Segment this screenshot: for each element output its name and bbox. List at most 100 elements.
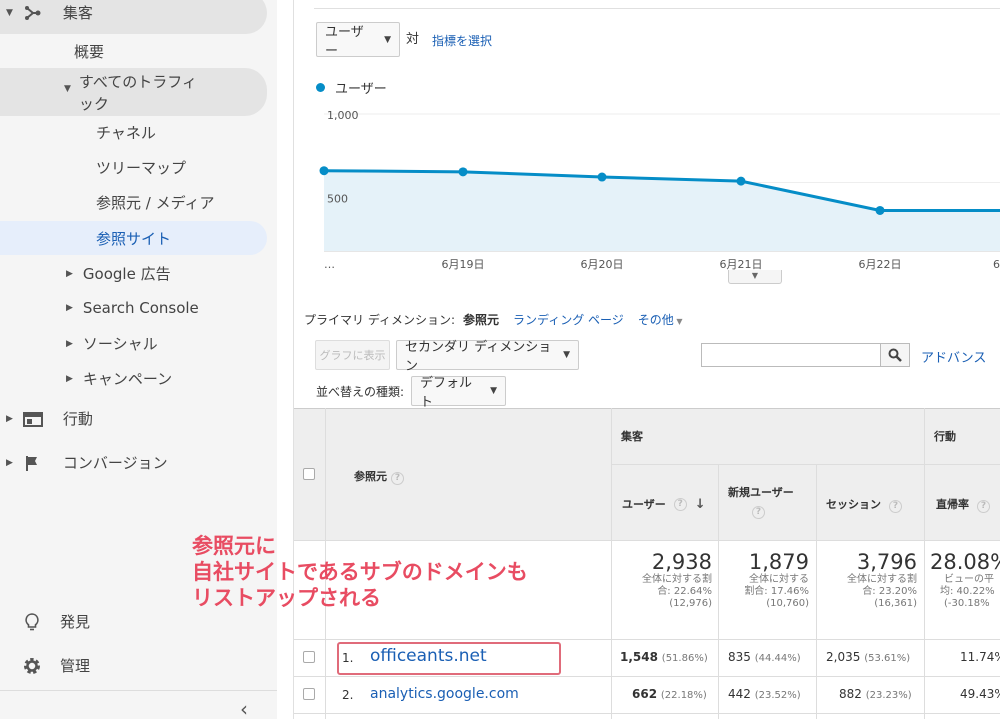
dimension-other-tab[interactable]: その他 ▼ <box>638 311 683 328</box>
top-divider <box>314 8 1000 9</box>
nav-discover[interactable]: 発見 <box>22 611 90 632</box>
total-bounce-sub2: 均: 40.22% <box>940 586 995 597</box>
col-sessions-label: セッション <box>826 498 881 511</box>
nav-all-traffic[interactable]: ▼ すべてのトラフィ ック <box>64 71 197 115</box>
nav-overview[interactable]: 概要 <box>74 41 104 62</box>
row-sessions: 882 (23.23%) <box>839 687 912 701</box>
total-sessions: 3,796 全体に対する割 合: 23.20% (16,361) <box>817 550 917 610</box>
metric-select[interactable]: ユーザー ▼ <box>316 22 400 59</box>
dimension-landing-tab[interactable]: ランディング ページ <box>513 311 624 328</box>
data-point <box>597 172 607 182</box>
row-new-users: 835 (44.44%) <box>728 650 801 664</box>
nav-campaigns[interactable]: ▶ キャンペーン <box>66 368 172 389</box>
x-tick-label: … <box>324 258 335 271</box>
chevron-right-icon: ▶ <box>66 338 73 349</box>
collapse-sidebar-icon[interactable]: ‹ <box>240 699 248 719</box>
sidebar-bottom-divider <box>0 690 277 691</box>
nav-admin-label: 管理 <box>60 657 91 675</box>
help-icon[interactable]: ? <box>391 472 404 485</box>
nav-campaigns-label: キャンペーン <box>82 370 173 388</box>
chevron-right-icon: ▶ <box>66 303 73 313</box>
help-icon[interactable]: ? <box>752 506 765 519</box>
nav-conversions[interactable]: ▶ コンバージョン <box>6 452 168 473</box>
col-source-header[interactable]: 参照元? <box>354 468 404 485</box>
chevron-right-icon: ▶ <box>66 268 73 279</box>
col-source-label: 参照元 <box>354 470 387 483</box>
nav-behavior-label: 行動 <box>62 410 93 428</box>
col-new-users-label: 新規ユーザー <box>728 486 794 499</box>
primary-dimension-label: プライマリ ディメンション: <box>304 313 456 327</box>
total-new-users-value: 1,879 <box>748 550 809 574</box>
nav-admin[interactable]: 管理 <box>22 655 90 676</box>
secondary-dimension-select[interactable]: セカンダリ ディメンション ▼ <box>396 340 579 374</box>
row-checkbox[interactable] <box>303 651 315 663</box>
table-search-input[interactable] <box>701 343 881 367</box>
col-sessions-header[interactable]: セッション? <box>826 496 902 513</box>
sort-type-label: 並べ替えの種類: <box>316 385 405 399</box>
col-new-users-header[interactable]: 新規ユーザー? <box>728 484 794 519</box>
chart-resize-handle[interactable]: ▼ <box>728 270 782 284</box>
total-sessions-sub2: 合: 23.20% <box>862 586 917 597</box>
nav-google-ads[interactable]: ▶ Google 広告 <box>66 263 171 284</box>
secondary-dimension-label: セカンダリ ディメンション <box>405 340 552 374</box>
col-bounce-header[interactable]: 直帰率? <box>936 496 990 513</box>
col-users-header[interactable]: ユーザー? ↓ <box>622 496 706 512</box>
y-tick-label: 1,000 <box>327 109 359 122</box>
row-bounce: 49.43% <box>960 687 1000 701</box>
nav-all-traffic-label-2: ック <box>78 95 109 113</box>
row-new-pct: (44.44%) <box>754 653 801 664</box>
total-users-value: 2,938 <box>651 550 712 574</box>
nav-behavior[interactable]: ▶ 行動 <box>6 408 93 429</box>
caret-down-icon: ▼ <box>563 350 570 360</box>
row-source-link[interactable]: analytics.google.com <box>370 686 519 702</box>
nav-source-medium-label: 参照元 / メディア <box>96 194 215 212</box>
total-sessions-sub3: (16,361) <box>874 598 917 609</box>
sort-type-select[interactable]: デフォルト ▼ <box>411 376 506 410</box>
total-bounce-value: 28.08% <box>930 550 1000 574</box>
row-users-value: 1,548 <box>620 650 658 664</box>
row-users-value: 662 <box>632 687 658 701</box>
annotation-highlight-box <box>337 642 561 675</box>
nav-acquisition-label: 集客 <box>62 4 93 22</box>
total-new-users: 1,879 全体に対する 割合: 17.46% (10,760) <box>719 550 809 610</box>
nav-source-medium[interactable]: 参照元 / メディア <box>96 192 215 213</box>
nav-treemaps-label: ツリーマップ <box>96 159 187 177</box>
caret-down-icon: ▼ <box>384 34 391 45</box>
total-bounce-sub3: (-30.18% <box>944 598 990 609</box>
search-icon <box>888 348 902 362</box>
help-icon[interactable]: ? <box>889 500 902 513</box>
total-bounce-sub1: ビューの平 <box>944 574 994 585</box>
dimension-other-label: その他 <box>637 313 674 327</box>
nav-acquisition[interactable]: ▼ 集客 <box>6 2 93 23</box>
total-new-sub2: 割合: 17.46% <box>744 586 809 597</box>
advanced-link[interactable]: アドバンス <box>921 347 986 366</box>
row-users-pct: (51.86%) <box>661 653 708 664</box>
nav-search-console[interactable]: ▶ Search Console <box>66 299 199 317</box>
search-button[interactable] <box>880 343 910 367</box>
total-users-sub3: (12,976) <box>669 598 712 609</box>
legend-dot-icon <box>316 83 325 92</box>
x-tick-label: 6月22日 <box>859 258 902 271</box>
annotation-line-3: リストアップされる <box>192 586 381 610</box>
total-users-sub1: 全体に対する割 <box>642 574 712 585</box>
nav-social[interactable]: ▶ ソーシャル <box>66 333 158 354</box>
row-checkbox[interactable] <box>303 688 315 700</box>
chevron-right-icon: ▶ <box>6 413 13 424</box>
nav-google-ads-label: Google 広告 <box>82 265 171 283</box>
data-point <box>319 166 329 176</box>
nav-referrals[interactable]: 参照サイト <box>96 228 171 249</box>
plot-rows-button[interactable]: グラフに表示 <box>315 340 390 370</box>
x-tick-label: 6月20日 <box>581 258 624 271</box>
group-acquisition-header: 集客 <box>621 430 643 443</box>
help-icon[interactable]: ? <box>673 497 687 511</box>
row-sessions-pct: (23.23%) <box>865 690 912 701</box>
select-metric-link[interactable]: 指標を選択 <box>432 32 492 49</box>
lightbulb-icon <box>25 612 39 630</box>
dimension-source-tab[interactable]: 参照元 <box>463 311 499 328</box>
help-icon[interactable]: ? <box>977 500 990 513</box>
row-users: 1,548 (51.86%) <box>620 650 708 664</box>
select-all-checkbox[interactable] <box>303 468 315 480</box>
nav-channels[interactable]: チャネル <box>96 122 156 143</box>
x-tick-label: 6 <box>993 258 1000 271</box>
nav-treemaps[interactable]: ツリーマップ <box>96 157 186 178</box>
